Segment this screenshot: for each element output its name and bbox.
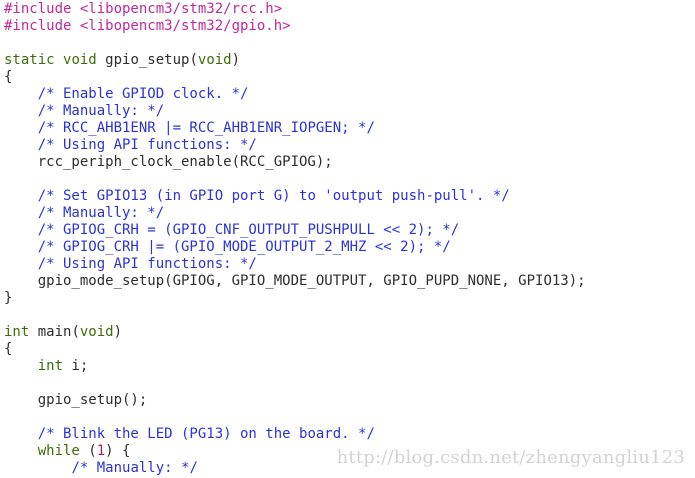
code-token-keyword: int — [37, 358, 64, 374]
code-token-default: ) { — [105, 443, 131, 459]
code-token-default — [4, 443, 38, 459]
code-line[interactable] — [4, 409, 586, 426]
code-token-default — [4, 120, 38, 136]
code-token-default — [55, 52, 63, 68]
code-token-default — [4, 86, 38, 102]
code-token-default: rcc_periph_clock_enable(RCC_GPIOG); — [4, 154, 333, 170]
code-token-keyword: void — [79, 324, 114, 340]
code-token-preproc: #include — [4, 18, 80, 34]
code-token-comment: /* Enable GPIOD clock. */ — [37, 86, 249, 102]
code-token-default — [4, 222, 38, 238]
code-token-preproc: #include — [4, 1, 80, 17]
code-token-default — [4, 188, 38, 204]
code-token-number: 1 — [96, 443, 106, 459]
code-token-default: main( — [29, 324, 80, 340]
code-token-comment: /* Blink the LED (PG13) on the board. */ — [37, 426, 375, 442]
code-token-default: gpio_setup(); — [4, 392, 148, 408]
code-token-default: { — [4, 341, 13, 357]
code-token-default — [4, 205, 38, 221]
code-line[interactable]: } — [4, 290, 586, 307]
code-token-default — [4, 256, 38, 272]
code-token-default — [4, 137, 38, 153]
code-line[interactable]: gpio_setup(); — [4, 392, 586, 409]
code-area[interactable]: #include <libopencm3/stm32/rcc.h> #includ… — [4, 1, 586, 477]
code-token-default: i; — [63, 358, 89, 374]
code-token-comment: /* RCC_AHB1ENR |= RCC_AHB1ENR_IOPGEN; */ — [37, 120, 375, 136]
code-token-comment: /* Manually: */ — [71, 460, 198, 476]
code-token-default: { — [4, 69, 13, 85]
code-token-default — [4, 460, 71, 476]
code-token-comment: /* Using API functions: */ — [37, 137, 257, 153]
code-token-default: } — [4, 290, 13, 306]
code-line[interactable] — [4, 35, 586, 52]
code-token-default — [4, 358, 38, 374]
code-line[interactable]: gpio_mode_setup(GPIOG, GPIO_MODE_OUTPUT,… — [4, 273, 586, 290]
code-line[interactable]: /* Using API functions: */ — [4, 137, 586, 154]
code-line[interactable]: /* Enable GPIOD clock. */ — [4, 86, 586, 103]
code-line[interactable]: int main(void) — [4, 324, 586, 341]
code-line[interactable]: rcc_periph_clock_enable(RCC_GPIOG); — [4, 154, 586, 171]
code-line[interactable]: { — [4, 69, 586, 86]
code-line[interactable]: static void gpio_setup(void) — [4, 52, 586, 69]
code-token-preproc: <libopencm3/stm32/rcc.h> — [79, 1, 283, 17]
watermark-text: http://blog.csdn.net/zhengyangliu123 — [336, 447, 685, 468]
code-token-keyword: void — [197, 52, 232, 68]
code-token-default — [4, 103, 38, 119]
code-line[interactable]: { — [4, 341, 586, 358]
code-token-comment: /* GPIOG_CRH |= (GPIO_MODE_OUTPUT_2_MHZ … — [37, 239, 451, 255]
code-line[interactable]: /* GPIOG_CRH |= (GPIO_MODE_OUTPUT_2_MHZ … — [4, 239, 586, 256]
code-token-default — [4, 239, 38, 255]
code-token-keyword: while — [37, 443, 80, 459]
code-token-preproc: <libopencm3/stm32/gpio.h> — [79, 18, 291, 34]
code-token-default: gpio_mode_setup(GPIOG, GPIO_MODE_OUTPUT,… — [4, 273, 586, 289]
code-editor[interactable]: #include <libopencm3/stm32/rcc.h> #includ… — [0, 0, 695, 478]
code-line[interactable]: /* GPIOG_CRH = (GPIO_CNF_OUTPUT_PUSHPULL… — [4, 222, 586, 239]
code-line[interactable]: /* Set GPIO13 (in GPIO port G) to 'outpu… — [4, 188, 586, 205]
code-line[interactable] — [4, 375, 586, 392]
code-line[interactable]: /* Manually: */ — [4, 103, 586, 120]
code-line[interactable]: /* Using API functions: */ — [4, 256, 586, 273]
code-line[interactable]: /* RCC_AHB1ENR |= RCC_AHB1ENR_IOPGEN; */ — [4, 120, 586, 137]
code-token-comment: /* Set GPIO13 (in GPIO port G) to 'outpu… — [37, 188, 510, 204]
code-token-comment: /* Manually: */ — [37, 205, 165, 221]
code-line[interactable]: /* Manually: */ — [4, 205, 586, 222]
code-line[interactable] — [4, 307, 586, 324]
code-line[interactable]: int i; — [4, 358, 586, 375]
code-token-comment: /* Manually: */ — [37, 103, 165, 119]
code-token-default: ) — [113, 324, 123, 340]
code-token-default: gpio_setup( — [96, 52, 198, 68]
code-line[interactable] — [4, 171, 586, 188]
code-line[interactable]: /* Blink the LED (PG13) on the board. */ — [4, 426, 586, 443]
code-line[interactable]: #include <libopencm3/stm32/rcc.h> — [4, 1, 586, 18]
code-token-comment: /* Using API functions: */ — [37, 256, 257, 272]
code-token-keyword: static — [4, 52, 55, 68]
code-token-keyword: void — [63, 52, 97, 68]
code-line[interactable]: #include <libopencm3/stm32/gpio.h> — [4, 18, 586, 35]
code-token-default: ( — [79, 443, 97, 459]
code-token-default — [4, 426, 38, 442]
code-token-keyword: int — [4, 324, 30, 340]
code-token-default: ) — [231, 52, 241, 68]
code-token-comment: /* GPIOG_CRH = (GPIO_CNF_OUTPUT_PUSHPULL… — [37, 222, 460, 238]
